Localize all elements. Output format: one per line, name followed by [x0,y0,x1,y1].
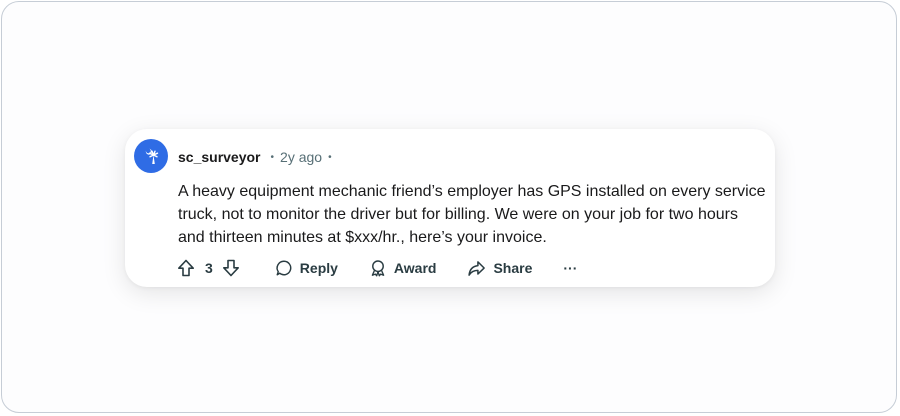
more-options-button[interactable]: ··· [563,260,577,276]
award-ribbon-icon [371,260,385,277]
comment-header: sc_surveyor • 2y ago • [178,149,332,165]
reply-label: Reply [299,260,338,276]
arrow-up-icon [178,259,194,277]
comment-body: A heavy equipment mechanic friend’s empl… [178,183,766,246]
palmetto-tree-icon [145,148,159,164]
separator-dot: • [270,151,275,163]
comment-card: sc_surveyor • 2y ago • A heavy equipment… [125,129,775,287]
username-link[interactable]: sc_surveyor [178,149,261,165]
separator-dot: • [328,151,332,163]
share-label: Share [493,260,533,276]
award-button[interactable]: Award [369,259,437,277]
speech-bubble-icon [276,260,292,276]
share-button[interactable]: Share [467,259,532,278]
reply-button[interactable]: Reply [275,259,338,277]
comment-actions: 3 Reply Award Share ··· [176,257,577,279]
share-arrow-icon [468,260,486,276]
timestamp[interactable]: 2y ago [280,149,322,165]
downvote-button[interactable] [221,258,241,278]
avatar[interactable] [134,139,168,173]
arrow-down-icon [222,259,239,277]
upvote-button[interactable] [176,258,196,278]
vote-count: 3 [205,260,213,276]
award-label: Award [393,260,437,276]
